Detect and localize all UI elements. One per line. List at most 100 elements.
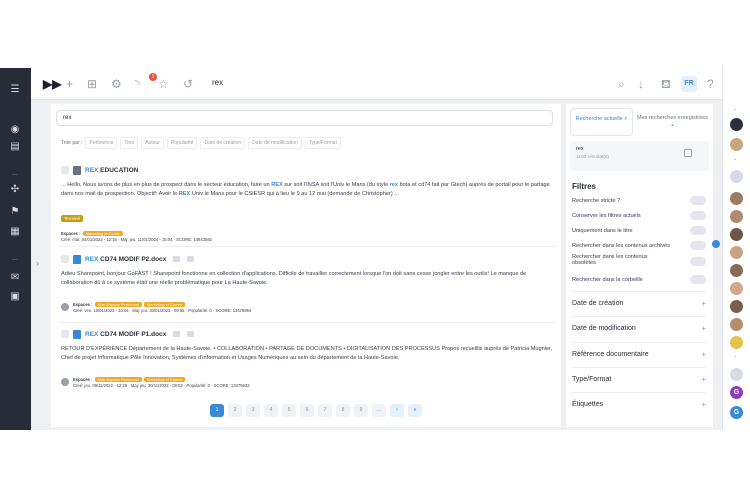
rss-icon[interactable]: ◝ — [135, 77, 140, 91]
result-title[interactable]: REX CD74 MODIF P1.docx — [85, 331, 166, 338]
toggle-switch[interactable] — [690, 275, 706, 284]
list-icon[interactable] — [173, 331, 181, 337]
next-page-button[interactable]: › — [390, 404, 404, 417]
documents-icon[interactable]: ▤ — [8, 140, 22, 154]
contacts-icon[interactable]: ▣ — [8, 290, 22, 304]
dashboard-icon[interactable]: ◉ — [8, 123, 22, 137]
filter-section-tags[interactable]: Étiquettes + — [572, 392, 706, 416]
filter-toggle-row: Rechercher dans la corbeille — [572, 275, 706, 284]
result-checkbox[interactable] — [61, 255, 69, 263]
result-dates: Créé: ven. 10/01/2023 - 10:04 · Maj: jeu… — [73, 308, 252, 313]
sort-option[interactable]: Type/Format — [304, 137, 341, 149]
toggle-switch[interactable] — [690, 257, 706, 266]
filters-title: Filtres — [572, 182, 597, 191]
contact-avatar[interactable] — [730, 282, 743, 295]
help-icon[interactable]: ? — [707, 77, 714, 91]
chevron-down-icon[interactable]: ⌄ — [733, 353, 737, 359]
sitemap-icon[interactable]: ⊞ — [87, 77, 97, 91]
add-icon[interactable]: + — [66, 77, 73, 91]
space-pill[interactable]: Marketing et Comm — [143, 302, 185, 307]
page-button[interactable]: 8 — [336, 404, 350, 417]
toggle-switch[interactable] — [690, 211, 706, 220]
result-title[interactable]: REX CD74 MODIF P2.docx — [85, 256, 166, 263]
search-icon[interactable]: ⌕ — [618, 77, 625, 91]
add-contact-icon[interactable] — [730, 368, 743, 381]
basket-icon[interactable]: ⛾ — [661, 77, 671, 91]
result-checkbox[interactable] — [61, 330, 69, 338]
toggle-switch[interactable] — [690, 196, 706, 205]
plus-icon: + — [701, 299, 706, 308]
contact-initial-g[interactable]: G — [730, 406, 743, 419]
history-icon[interactable]: ↺ — [183, 77, 193, 91]
filter-section-modification-date[interactable]: Date de modification + — [572, 316, 706, 340]
contact-avatar[interactable] — [730, 318, 743, 331]
divider — [59, 246, 556, 247]
chevron-down-icon[interactable]: ⌄ — [733, 156, 737, 162]
language-button[interactable]: FR — [681, 76, 697, 92]
toggle-switch[interactable] — [690, 226, 706, 235]
contact-avatar[interactable] — [730, 300, 743, 313]
more-icon[interactable]: ··· — [8, 168, 22, 182]
filter-section-creation-date[interactable]: Date de création + — [572, 291, 706, 315]
eye-icon[interactable] — [187, 256, 195, 262]
sort-option[interactable]: Auteur — [141, 137, 164, 149]
chevron-down-icon[interactable]: ⌄ — [733, 106, 737, 112]
download-icon[interactable]: ↓ — [638, 77, 644, 91]
filter-section-type[interactable]: Type/Format + — [572, 367, 706, 391]
panel-drag-handle[interactable] — [712, 240, 720, 248]
results-panel: rex Trier par : Pertinence Titre Auteur … — [51, 104, 561, 427]
space-pill[interactable]: Mon Espace Personnel — [94, 377, 142, 382]
result-title[interactable]: REX EDUCATION — [85, 167, 138, 174]
settings-icon[interactable]: ⚙ — [111, 77, 122, 91]
filter-section-reference[interactable]: Référence documentaire + — [572, 342, 706, 366]
page-button[interactable]: 1 — [210, 404, 224, 417]
contact-avatar[interactable] — [730, 192, 743, 205]
list-icon[interactable] — [173, 256, 181, 262]
sort-option[interactable]: Date de modification — [248, 137, 302, 149]
search-result: REX CD74 MODIF P2.docx Adieu Sharepoint,… — [61, 254, 556, 314]
sort-option[interactable]: Pertinence — [85, 137, 118, 149]
contact-avatar[interactable] — [730, 210, 743, 223]
page-button[interactable]: 4 — [264, 404, 278, 417]
contact-avatar[interactable] — [730, 118, 743, 131]
page-button[interactable]: 2 — [228, 404, 242, 417]
calendar-icon[interactable]: ▦ — [8, 225, 22, 239]
toggle-switch[interactable] — [690, 241, 706, 250]
sort-option[interactable]: Date de création — [200, 137, 246, 149]
global-search-input[interactable]: rex — [212, 78, 223, 87]
more-icon-2[interactable]: ··· — [8, 253, 22, 267]
contact-initial-g[interactable]: G — [730, 386, 743, 399]
result-checkbox[interactable] — [61, 166, 69, 174]
space-pill[interactable]: Marketing et Comm — [143, 377, 185, 382]
contact-avatar[interactable] — [730, 336, 743, 349]
add-contact-icon[interactable] — [730, 170, 743, 183]
star-icon[interactable]: ☆ — [158, 77, 169, 91]
contact-avatar[interactable] — [730, 138, 743, 151]
page-button[interactable]: 5 — [282, 404, 296, 417]
tab-saved-searches[interactable]: Mes recherches enregistrées ▪ — [636, 108, 709, 136]
eye-icon[interactable] — [187, 331, 195, 337]
menu-icon[interactable]: ☰ — [8, 83, 22, 97]
sort-label: Trier par : — [61, 140, 83, 146]
chat-icon[interactable]: ✉ — [8, 271, 22, 285]
space-pill[interactable]: Marketing et Comm — [82, 231, 124, 236]
sort-option[interactable]: Titre — [120, 137, 139, 149]
page-button[interactable]: 6 — [300, 404, 314, 417]
flag-icon[interactable]: ⚑ — [8, 205, 22, 219]
author-avatar — [61, 303, 69, 311]
last-page-button[interactable]: » — [408, 404, 422, 417]
save-search-icon[interactable] — [684, 149, 692, 157]
sort-option[interactable]: Popularité — [166, 137, 198, 149]
page-button[interactable]: 9 — [354, 404, 368, 417]
network-icon[interactable]: ✣ — [8, 183, 22, 197]
page-button[interactable]: 3 — [246, 404, 260, 417]
fast-forward-icon[interactable]: ▶▶ — [43, 77, 61, 91]
contact-avatar[interactable] — [730, 228, 743, 241]
search-input[interactable]: rex — [56, 110, 553, 126]
page-button[interactable]: 7 — [318, 404, 332, 417]
space-pill[interactable]: Mon Espace Personnel — [94, 302, 142, 307]
chevron-right-icon[interactable]: › — [36, 258, 39, 268]
contact-avatar[interactable] — [730, 264, 743, 277]
tab-current-search[interactable]: Recherche actuelle ⌕ — [570, 108, 633, 136]
contact-avatar[interactable] — [730, 246, 743, 259]
